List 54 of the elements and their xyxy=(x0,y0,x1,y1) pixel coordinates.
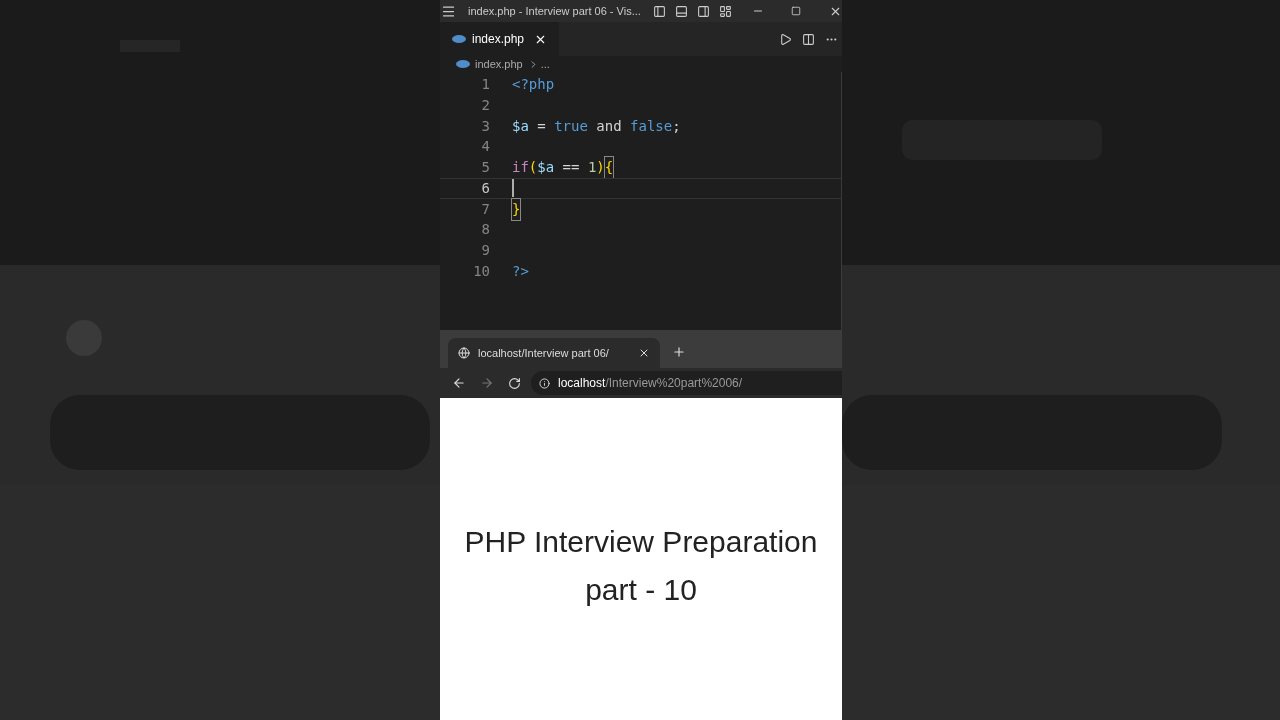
code-token: if xyxy=(512,158,529,178)
php-file-icon xyxy=(456,60,470,68)
code-token: $a xyxy=(537,158,555,178)
url-text: localhost/Interview%20part%2006/ xyxy=(558,375,743,392)
code-token: { xyxy=(604,157,614,179)
maximize-icon[interactable] xyxy=(790,6,801,16)
window-title: index.php - Interview part 06 - Vis... xyxy=(468,3,641,19)
code-token: true xyxy=(554,116,588,136)
code-token: ?> xyxy=(512,262,529,282)
code-token: == xyxy=(561,158,581,178)
close-icon[interactable] xyxy=(638,347,650,359)
line-number: 2 xyxy=(480,95,490,115)
menu-icon[interactable] xyxy=(441,3,456,19)
split-layout-icon[interactable] xyxy=(696,4,710,18)
line-number: 4 xyxy=(480,137,490,157)
split-editor-icon[interactable] xyxy=(802,32,815,46)
code-editor[interactable]: 1 <?php 2 3 $a = true and false; 4 5 if($a == 1){ 6 7 } 8 9 10 ?> xyxy=(440,72,842,330)
text-cursor xyxy=(512,179,514,198)
run-icon[interactable] xyxy=(779,32,792,46)
line-number: 10 xyxy=(472,262,490,282)
panel-layout-icon[interactable] xyxy=(674,4,688,18)
line-number: 6 xyxy=(480,178,490,198)
sidebar-layout-icon[interactable] xyxy=(652,4,666,18)
tab-title: localhost/Interview part 06/ xyxy=(478,345,609,361)
code-token: ) xyxy=(596,158,605,178)
info-icon xyxy=(539,377,550,389)
breadcrumb-item[interactable]: index.php xyxy=(475,55,523,73)
code-token: and xyxy=(595,116,623,136)
code-token: false xyxy=(630,116,673,136)
editor-tab[interactable]: index.php xyxy=(440,22,560,56)
page-heading: PHP Interview Preparation part - 10 xyxy=(463,524,819,608)
line-number: 3 xyxy=(480,116,490,136)
breadcrumb-item[interactable]: ... xyxy=(540,55,550,73)
address-bar[interactable]: localhost/Interview%20part%2006/ xyxy=(531,371,842,395)
code-token: = xyxy=(536,116,547,136)
browser-tab[interactable]: localhost/Interview part 06/ xyxy=(448,338,660,368)
line-number: 5 xyxy=(480,158,490,178)
line-number: 9 xyxy=(480,241,490,261)
globe-icon xyxy=(458,347,470,359)
customize-layout-icon[interactable] xyxy=(718,4,732,18)
line-number: 1 xyxy=(480,74,490,94)
tab-label: index.php xyxy=(472,31,525,48)
reload-icon[interactable] xyxy=(508,376,521,390)
php-file-icon xyxy=(452,35,466,43)
code-token: } xyxy=(512,198,521,220)
code-token: ( xyxy=(528,158,538,178)
back-icon[interactable] xyxy=(452,376,466,390)
code-token: 1 xyxy=(587,158,597,178)
new-tab-icon[interactable] xyxy=(672,345,686,359)
code-token: ; xyxy=(672,116,681,136)
line-number: 7 xyxy=(480,199,490,219)
line-number: 8 xyxy=(480,220,490,240)
code-token: $a xyxy=(512,116,529,136)
code-token: <?php xyxy=(512,74,555,94)
